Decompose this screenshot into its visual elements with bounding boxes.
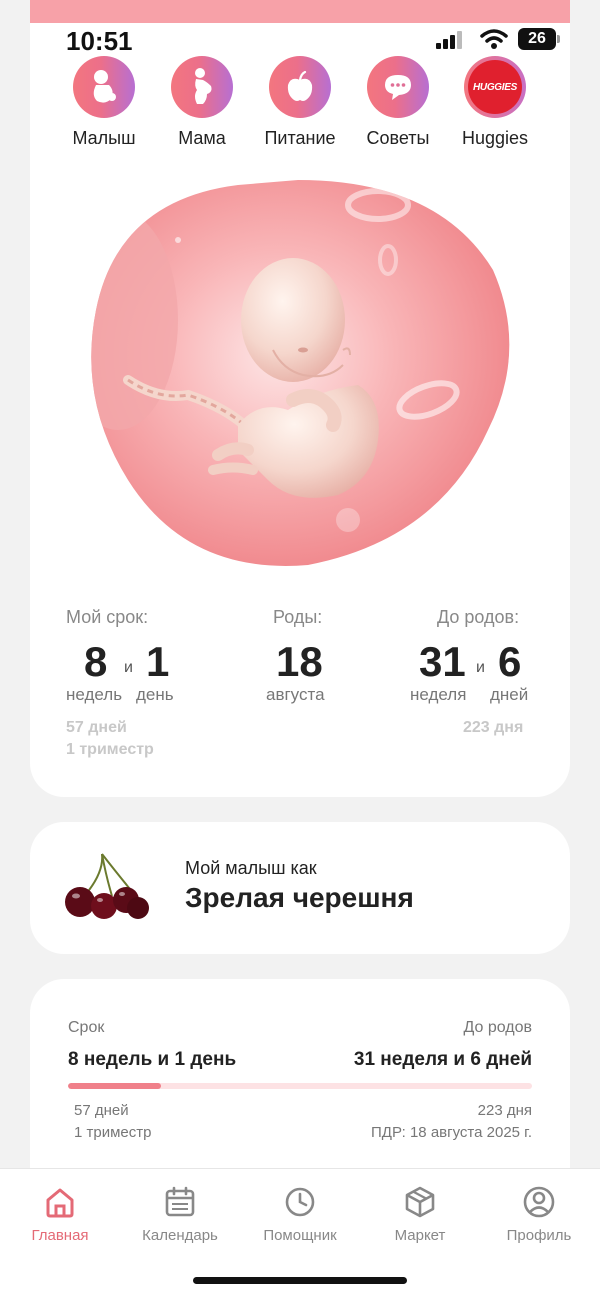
baby-icon bbox=[73, 56, 135, 118]
category-baby[interactable]: Малыш bbox=[49, 56, 159, 149]
progress-left-days: 57 дней bbox=[74, 1102, 129, 1119]
top-pink-strip bbox=[30, 0, 570, 23]
home-icon bbox=[46, 1188, 74, 1218]
category-label: Малыш bbox=[72, 128, 136, 148]
status-icons: 26 bbox=[436, 28, 562, 54]
until-days-unit: дней bbox=[490, 685, 529, 704]
cherry-icon bbox=[65, 853, 149, 919]
term-weeks-unit: недель bbox=[66, 685, 123, 704]
fruit-card-subtitle: Мой малыш как bbox=[185, 858, 317, 878]
fruit-card-title: Зрелая черешня bbox=[185, 882, 414, 913]
progress-left-value: 8 недель и 1 день bbox=[68, 1049, 237, 1070]
apple-icon bbox=[269, 56, 331, 118]
until-weeks: 31 bbox=[419, 638, 466, 685]
birth-day: 18 bbox=[276, 638, 323, 685]
until-and: и bbox=[476, 659, 485, 676]
tab-assistant[interactable]: Помощник bbox=[240, 1185, 360, 1244]
fruit-size-card[interactable]: Мой малыш как Зрелая черешня bbox=[30, 822, 570, 954]
progress-card[interactable]: Срок До родов 8 недель и 1 день 31 недел… bbox=[30, 979, 570, 1179]
progress-right-days: 223 дня bbox=[477, 1102, 532, 1119]
box-icon bbox=[405, 1186, 435, 1218]
profile-icon bbox=[523, 1186, 555, 1218]
progress-right-label: До родов bbox=[463, 1019, 532, 1036]
pregnancy-progress-fill bbox=[68, 1083, 161, 1089]
tab-label: Маркет bbox=[394, 1227, 446, 1244]
until-label: До родов: bbox=[437, 607, 520, 627]
category-label: Huggies bbox=[461, 128, 529, 148]
until-weeks-unit: неделя bbox=[410, 685, 467, 704]
embryo-illustration bbox=[91, 180, 510, 566]
term-and: и bbox=[124, 659, 133, 676]
progress-left-label: Срок bbox=[68, 1019, 105, 1036]
term-label: Мой срок: bbox=[66, 607, 149, 627]
category-tips[interactable]: Советы bbox=[343, 56, 453, 149]
progress-right-value: 31 неделя и 6 дней bbox=[353, 1049, 532, 1070]
status-time: 10:51 bbox=[66, 26, 133, 56]
clock-icon bbox=[285, 1187, 315, 1217]
birth-month: августа bbox=[266, 685, 325, 704]
tab-label: Помощник bbox=[263, 1227, 337, 1244]
chat-icon bbox=[367, 56, 429, 118]
wifi-icon bbox=[480, 29, 508, 49]
tab-home[interactable]: Главная bbox=[0, 1185, 120, 1244]
birth-label: Роды: bbox=[273, 607, 323, 627]
category-nutrition[interactable]: Питание bbox=[245, 56, 355, 149]
tab-label: Профиль bbox=[506, 1227, 572, 1244]
term-days: 1 bbox=[146, 638, 170, 685]
category-huggies[interactable]: HUGGIES Huggies bbox=[440, 56, 550, 149]
battery-indicator: 26 bbox=[518, 28, 556, 50]
progress-due-date: ПДР: 18 августа 2025 г. bbox=[371, 1124, 532, 1141]
category-label: Советы bbox=[366, 128, 430, 148]
mother-icon bbox=[171, 56, 233, 118]
until-days: 6 bbox=[498, 638, 522, 685]
home-indicator bbox=[193, 1277, 407, 1284]
category-mother[interactable]: Мама bbox=[147, 56, 257, 149]
tab-calendar[interactable]: Календарь bbox=[120, 1185, 240, 1244]
tab-label: Календарь bbox=[142, 1227, 218, 1244]
battery-tip bbox=[557, 35, 560, 43]
tab-market[interactable]: Маркет bbox=[360, 1185, 480, 1244]
huggies-icon: HUGGIES bbox=[464, 56, 526, 118]
tab-label: Главная bbox=[31, 1227, 89, 1244]
until-total-days: 223 дня bbox=[463, 719, 524, 736]
term-weeks: 8 bbox=[84, 638, 108, 685]
term-days-unit: день bbox=[136, 685, 174, 704]
category-label: Питание bbox=[264, 128, 336, 148]
tab-profile[interactable]: Профиль bbox=[479, 1185, 599, 1244]
huggies-logo: HUGGIES bbox=[468, 60, 522, 114]
term-total-days: 57 дней bbox=[66, 719, 127, 736]
term-trimester: 1 триместр bbox=[66, 741, 154, 758]
progress-left-trimester: 1 триместр bbox=[74, 1124, 152, 1141]
pregnancy-progress-bar bbox=[68, 1083, 532, 1089]
category-label: Мама bbox=[178, 128, 226, 148]
signal-icon bbox=[436, 31, 462, 49]
calendar-icon bbox=[165, 1186, 195, 1217]
